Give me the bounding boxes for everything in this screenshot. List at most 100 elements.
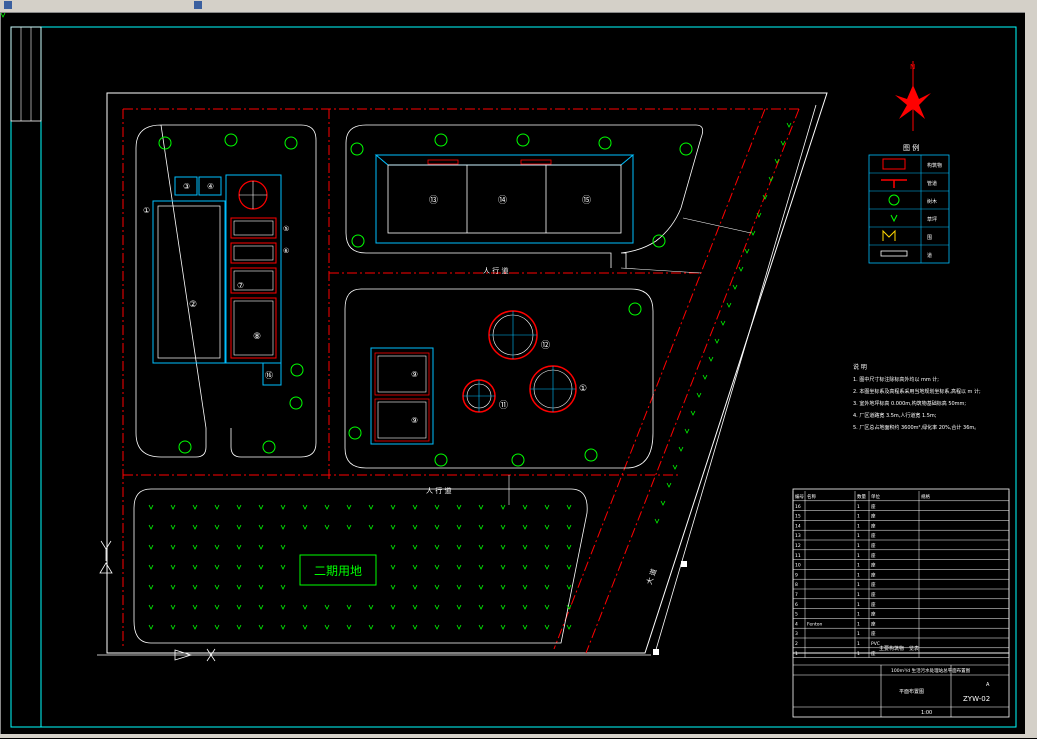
grass-mark <box>192 584 198 590</box>
grass-mark <box>148 584 154 590</box>
grass-mark <box>148 564 154 570</box>
table-cell: 13 <box>795 533 801 539</box>
grass-mark <box>566 584 572 590</box>
table-cell: 1 <box>857 563 860 569</box>
note-line: 4. 厂区道路宽 3.5m,人行道宽 1.5m; <box>853 412 937 419</box>
tab-item[interactable] <box>510 0 651 10</box>
table-cell: 1 <box>857 553 860 559</box>
grass-mark <box>346 604 352 610</box>
table-cell: 1 <box>795 651 798 657</box>
table-cell: 1 <box>857 602 860 608</box>
table-title: 主要构筑物一览表 <box>879 645 919 652</box>
grass-mark <box>258 504 264 510</box>
grass-mark <box>412 544 418 550</box>
table-cell: 10 <box>795 563 801 569</box>
grass-mark <box>324 524 330 530</box>
grass-mark <box>170 564 176 570</box>
grass-mark <box>456 604 462 610</box>
grass-mark <box>258 564 264 570</box>
grass-mark <box>170 544 176 550</box>
grass-mark <box>522 584 528 590</box>
grass-mark <box>302 524 308 530</box>
grass-mark <box>390 504 396 510</box>
note-line: 5. 厂区总占地面积约 3600m²,绿化率 20%,合计 36m。 <box>853 424 979 431</box>
grass-mark <box>236 584 242 590</box>
table-cell: 14 <box>795 523 801 529</box>
grass-mark <box>214 504 220 510</box>
grass-mark <box>258 544 264 550</box>
table-cell: 8 <box>795 582 798 588</box>
grass-mark <box>500 544 506 550</box>
table-cell: 座 <box>871 522 876 529</box>
table-cell: 1 <box>857 514 860 520</box>
unit-1: ① <box>143 206 150 215</box>
grass-mark <box>280 504 286 510</box>
grass-mark <box>478 564 484 570</box>
grass-mark <box>412 504 418 510</box>
grass-mark <box>148 544 154 550</box>
grass-mark <box>434 564 440 570</box>
table-cell: 座 <box>871 513 876 520</box>
grass-mark <box>390 624 396 630</box>
horizontal-scrollbar[interactable] <box>0 734 1037 738</box>
drawing-canvas[interactable]: 人 行 道 人 行 道 大 道 ② ③ ④ ① ⑧ ⑦ ⑤ ⑥ ⑯ ⑬ ⑭ ⑮ … <box>0 12 1027 736</box>
tab-item[interactable] <box>650 0 771 10</box>
tab-item[interactable] <box>0 0 191 10</box>
grass-mark <box>434 584 440 590</box>
legend-item-label: 道 <box>927 252 932 259</box>
grass-mark <box>236 624 242 630</box>
tank-2 <box>152 200 226 364</box>
unit-6: ⑥ <box>283 247 289 255</box>
table-cell: 座 <box>871 611 876 618</box>
legend: 图 例 构筑物 管道 树木 草坪 围 道 <box>868 143 950 264</box>
tab-item[interactable] <box>770 0 1037 10</box>
unit-7: ⑦ <box>237 281 244 290</box>
drawing-scale: 1:00 <box>921 710 932 716</box>
unit-14: ⑭ <box>498 195 507 206</box>
vertical-scrollbar[interactable] <box>1025 12 1037 734</box>
table-cell: 1 <box>857 582 860 588</box>
grass-mark <box>544 504 550 510</box>
title-block: 主要构筑物一览表 100m³/d 生活污水处理站总平面布置图 平面布置图 ZYW… <box>792 488 1010 718</box>
grass-mark <box>258 604 264 610</box>
grass-mark <box>258 524 264 530</box>
grass-mark <box>412 624 418 630</box>
grass-mark <box>280 524 286 530</box>
grass-mark <box>148 604 154 610</box>
grass-mark <box>500 504 506 510</box>
grass-mark <box>434 524 440 530</box>
table-cell: 座 <box>871 562 876 569</box>
legend-item-label: 围 <box>927 235 932 241</box>
grass-mark <box>566 624 572 630</box>
note-line: 1. 图中尺寸标注除标高外均以 mm 计; <box>853 376 939 383</box>
table-cell: 座 <box>871 650 876 657</box>
tab-item[interactable] <box>190 0 351 10</box>
grass-mark <box>544 584 550 590</box>
grass-mark <box>478 584 484 590</box>
table-cell: 1 <box>857 533 860 539</box>
grass-mark <box>434 544 440 550</box>
grass-mark <box>500 564 506 570</box>
grass-mark <box>478 604 484 610</box>
grass-mark <box>214 524 220 530</box>
grass-mark <box>544 564 550 570</box>
tab-item[interactable] <box>350 0 511 10</box>
table-cell: 1 <box>857 523 860 529</box>
file-icon <box>4 1 12 9</box>
table-cell: 座 <box>871 601 876 608</box>
grass-mark <box>478 504 484 510</box>
grass-mark <box>170 584 176 590</box>
grass-mark <box>346 504 352 510</box>
table-cell: 座 <box>871 503 876 510</box>
unit-9b: ⑨ <box>411 416 418 425</box>
grass-mark <box>214 624 220 630</box>
grass-mark <box>412 584 418 590</box>
grass-mark <box>566 504 572 510</box>
grass-mark <box>544 604 550 610</box>
unit-5: ⑤ <box>283 225 289 233</box>
grass-mark <box>456 584 462 590</box>
grass-mark <box>390 564 396 570</box>
grass-mark <box>500 524 506 530</box>
grass-mark <box>390 544 396 550</box>
table-cell: 6 <box>795 602 798 608</box>
